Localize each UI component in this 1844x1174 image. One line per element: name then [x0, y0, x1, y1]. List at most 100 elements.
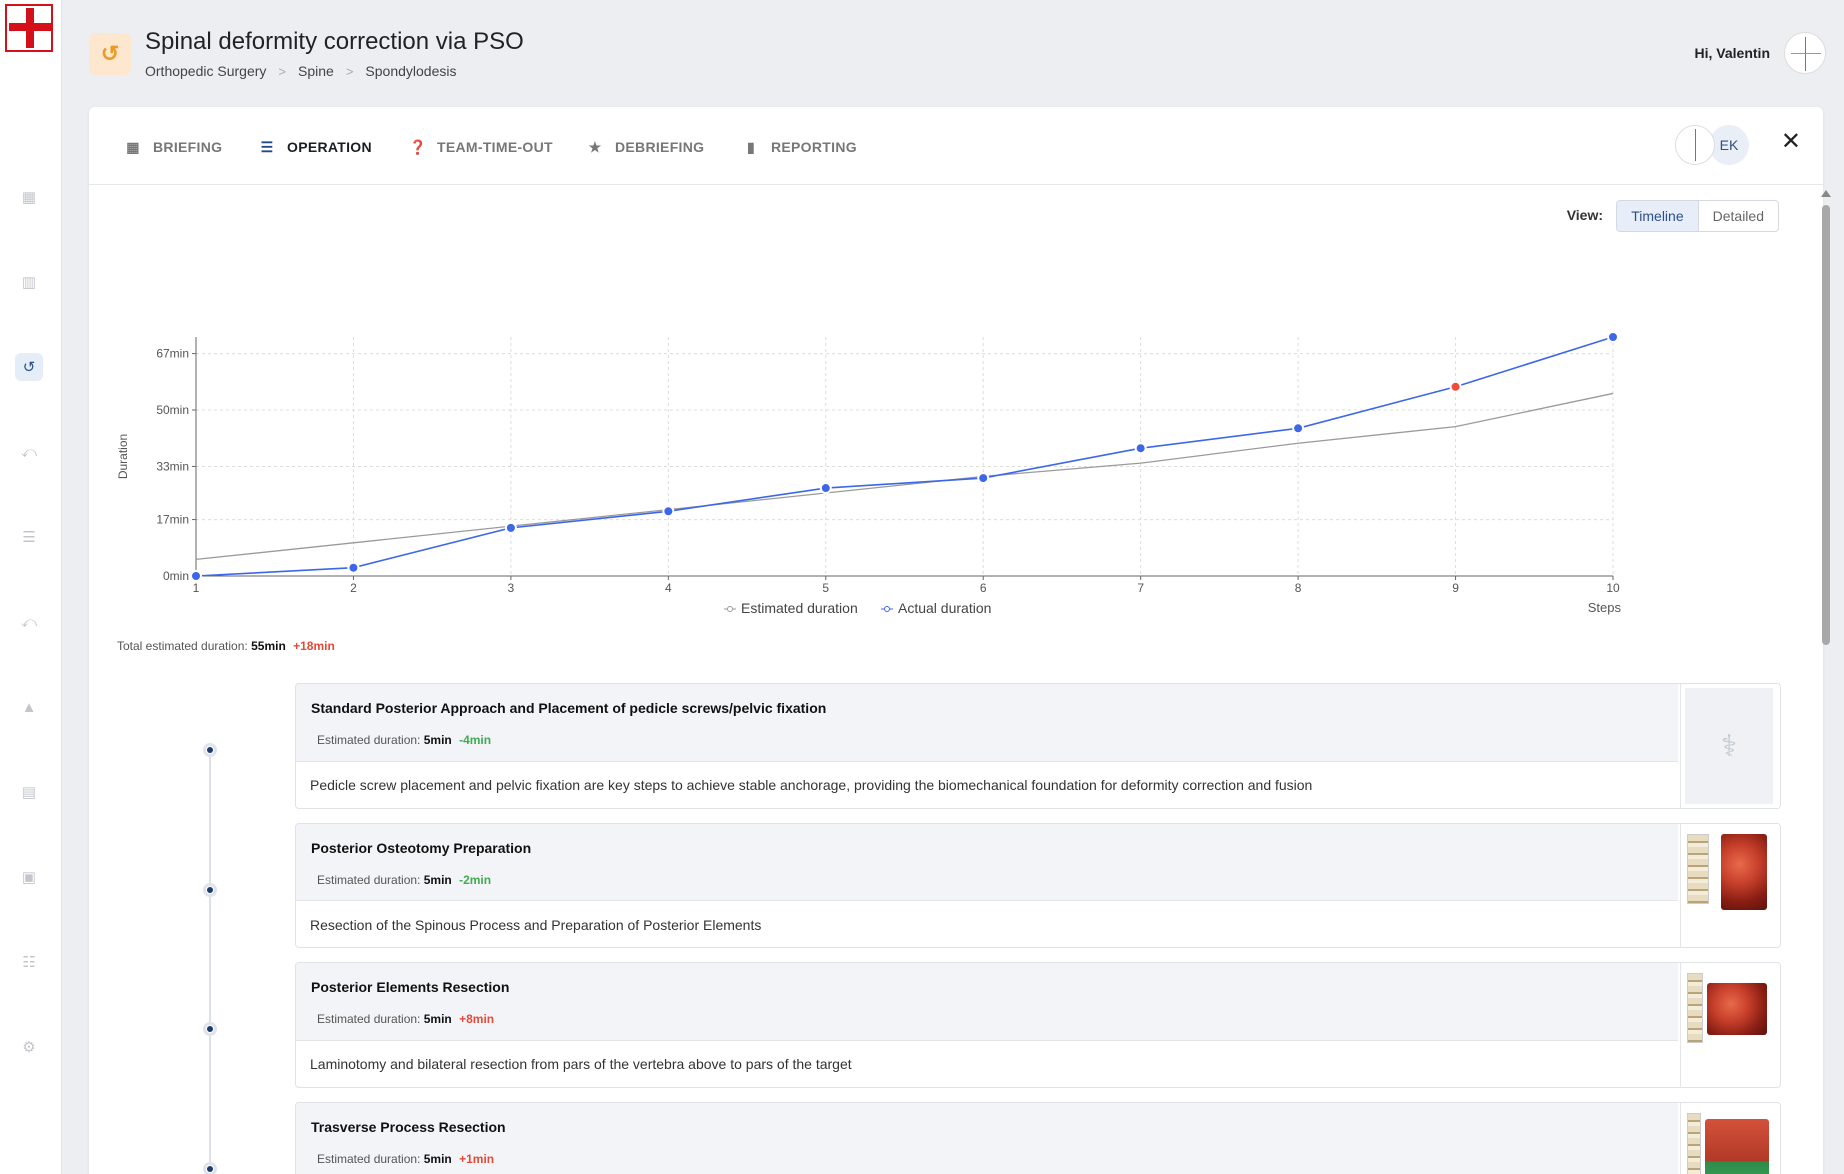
est-delta: -2min	[459, 873, 492, 887]
chevron-right-icon: >	[278, 63, 286, 79]
surgery-photo-thumbnail[interactable]	[1721, 834, 1767, 910]
sidebar: ▦ ▥ ↺ ⤺ ☰ ⤺ ▲ ▤ ▣ ☷ ⚙	[0, 0, 62, 1174]
est-value: 5min	[423, 873, 452, 887]
tab-briefing[interactable]: ▦ BRIEFING	[125, 137, 222, 157]
flow-check-icon[interactable]: ⤺	[15, 438, 43, 466]
chevron-right-icon: >	[345, 63, 354, 79]
breadcrumb-item[interactable]: Orthopedic Surgery	[145, 63, 266, 79]
library-icon[interactable]: ▥	[15, 268, 43, 296]
est-delta: +8min	[459, 1012, 495, 1026]
y-tick-label: 50min	[156, 403, 189, 417]
close-icon[interactable]: ✕	[1781, 127, 1801, 156]
step-header: Trasverse Process Resection Estimated du…	[296, 1103, 1678, 1174]
tab-debriefing[interactable]: ★ DEBRIEFING	[587, 137, 704, 157]
step-title: Posterior Osteotomy Preparation	[311, 840, 532, 856]
step-title: Standard Posterior Approach and Placemen…	[311, 700, 827, 716]
y-tick-label: 0min	[163, 569, 189, 583]
list-icon: ☰	[260, 138, 274, 155]
timeline-dot	[203, 1022, 217, 1036]
est-value: 5min	[423, 1012, 452, 1026]
x-tick-label: 9	[1452, 581, 1459, 595]
duration-chart: 0min 17min 33min 50min 67min 1 2 3 4 5 6 7 8 9 10 Durat…	[109, 252, 1789, 632]
x-tick-label: 10	[1606, 581, 1620, 595]
settings-icon[interactable]: ⚙	[15, 1033, 43, 1061]
y-axis-label: Duration	[116, 434, 130, 479]
actual-duration-point-over	[1449, 380, 1462, 393]
search-list-icon[interactable]: ☷	[15, 948, 43, 976]
step-card[interactable]: Trasverse Process Resection Estimated du…	[295, 1102, 1781, 1174]
breadcrumb: Orthopedic Surgery > Spine > Spondylodes…	[145, 63, 456, 79]
actual-duration-point	[347, 561, 360, 574]
total-duration-summary: Total estimated duration: 55min +18min	[117, 639, 335, 653]
star-icon: ★	[588, 138, 602, 155]
operation-flow-icon: ↺	[89, 33, 131, 75]
document-icon: ▮	[746, 138, 755, 155]
scroll-up-arrow-icon[interactable]	[1821, 190, 1831, 197]
view-label: View:	[1566, 207, 1603, 223]
summary-delta: +18min	[293, 639, 335, 653]
page-title: Spinal deformity correction via PSO	[145, 28, 524, 55]
estimated-duration-line	[195, 392, 1614, 561]
timeline-dot	[203, 1162, 217, 1174]
main-card: ▦ BRIEFING ☰ OPERATION ❓ TEAM-TIME-OUT ★…	[89, 107, 1823, 1174]
est-label: Estimated duration:	[317, 733, 421, 747]
step-header: Posterior Elements Resection Estimated d…	[296, 963, 1678, 1041]
layout-icon[interactable]: ▦	[15, 183, 43, 211]
tab-team-time-out[interactable]: ❓ TEAM-TIME-OUT	[409, 137, 553, 157]
view-option-timeline[interactable]: Timeline	[1617, 201, 1699, 231]
timeline-dot	[203, 883, 217, 897]
actual-duration-point	[190, 570, 202, 582]
summary-label: Total estimated duration:	[117, 639, 248, 653]
checklist-icon[interactable]: ☰	[15, 523, 43, 551]
team-member-initials[interactable]: EK	[1709, 125, 1749, 165]
x-tick-label: 4	[665, 581, 672, 595]
actual-duration-point	[819, 482, 832, 495]
actual-duration-point	[1607, 331, 1619, 343]
est-delta: -4min	[459, 733, 492, 747]
step-estimated-duration: Estimated duration: 5min -2min	[317, 873, 491, 887]
step-card[interactable]: Posterior Elements Resection Estimated d…	[295, 962, 1781, 1088]
x-tick-label: 5	[822, 581, 829, 595]
tab-label: OPERATION	[287, 139, 372, 155]
warning-icon[interactable]: ▲	[15, 693, 43, 721]
legend-estimated-dot	[727, 606, 733, 612]
grid-icon: ▦	[126, 138, 140, 155]
step-card[interactable]: Posterior Osteotomy Preparation Estimate…	[295, 823, 1781, 948]
est-value: 5min	[423, 1152, 452, 1166]
red-cross-logo[interactable]	[5, 4, 53, 52]
step-media	[1680, 1103, 1780, 1174]
timeline-dot	[203, 743, 217, 757]
scrollbar-thumb[interactable]	[1822, 205, 1830, 645]
x-tick-label: 6	[980, 581, 987, 595]
undo-flow-icon[interactable]: ↺	[15, 353, 43, 381]
x-tick-label: 8	[1295, 581, 1302, 595]
est-label: Estimated duration:	[317, 1152, 421, 1166]
xray-thumbnail[interactable]	[1687, 973, 1703, 1043]
xray-thumbnail[interactable]	[1687, 834, 1709, 904]
pelvis-placeholder-icon: ⚕	[1685, 688, 1773, 804]
step-media: ⚕	[1680, 684, 1780, 808]
step-estimated-duration: Estimated duration: 5min -4min	[317, 733, 491, 747]
tab-operation[interactable]: ☰ OPERATION	[259, 137, 372, 157]
step-header: Posterior Osteotomy Preparation Estimate…	[296, 824, 1678, 901]
step-description: Laminotomy and bilateral resection from …	[310, 1056, 852, 1072]
tab-reporting[interactable]: ▮ REPORTING	[743, 137, 857, 157]
xray-thumbnail[interactable]	[1687, 1113, 1701, 1174]
view-option-detailed[interactable]: Detailed	[1699, 201, 1778, 231]
breadcrumb-item[interactable]: Spondylodesis	[365, 63, 456, 79]
report-icon[interactable]: ▣	[15, 863, 43, 891]
bar-chart-icon[interactable]: ▤	[15, 778, 43, 806]
step-card[interactable]: Standard Posterior Approach and Placemen…	[295, 683, 1781, 809]
flow-icon[interactable]: ⤺	[15, 608, 43, 636]
surgery-photo-thumbnail[interactable]	[1707, 983, 1767, 1035]
est-delta: +1min	[459, 1152, 495, 1166]
team-member-avatar[interactable]	[1675, 125, 1715, 165]
est-label: Estimated duration:	[317, 1012, 421, 1026]
team-avatars[interactable]: EK	[1675, 125, 1749, 165]
user-avatar[interactable]	[1784, 32, 1826, 74]
legend-actual-dot	[884, 606, 890, 612]
breadcrumb-item[interactable]: Spine	[298, 63, 334, 79]
surgery-photo-thumbnail[interactable]	[1705, 1119, 1769, 1174]
step-header: Standard Posterior Approach and Placemen…	[296, 684, 1678, 762]
y-tick-label: 33min	[156, 459, 189, 473]
